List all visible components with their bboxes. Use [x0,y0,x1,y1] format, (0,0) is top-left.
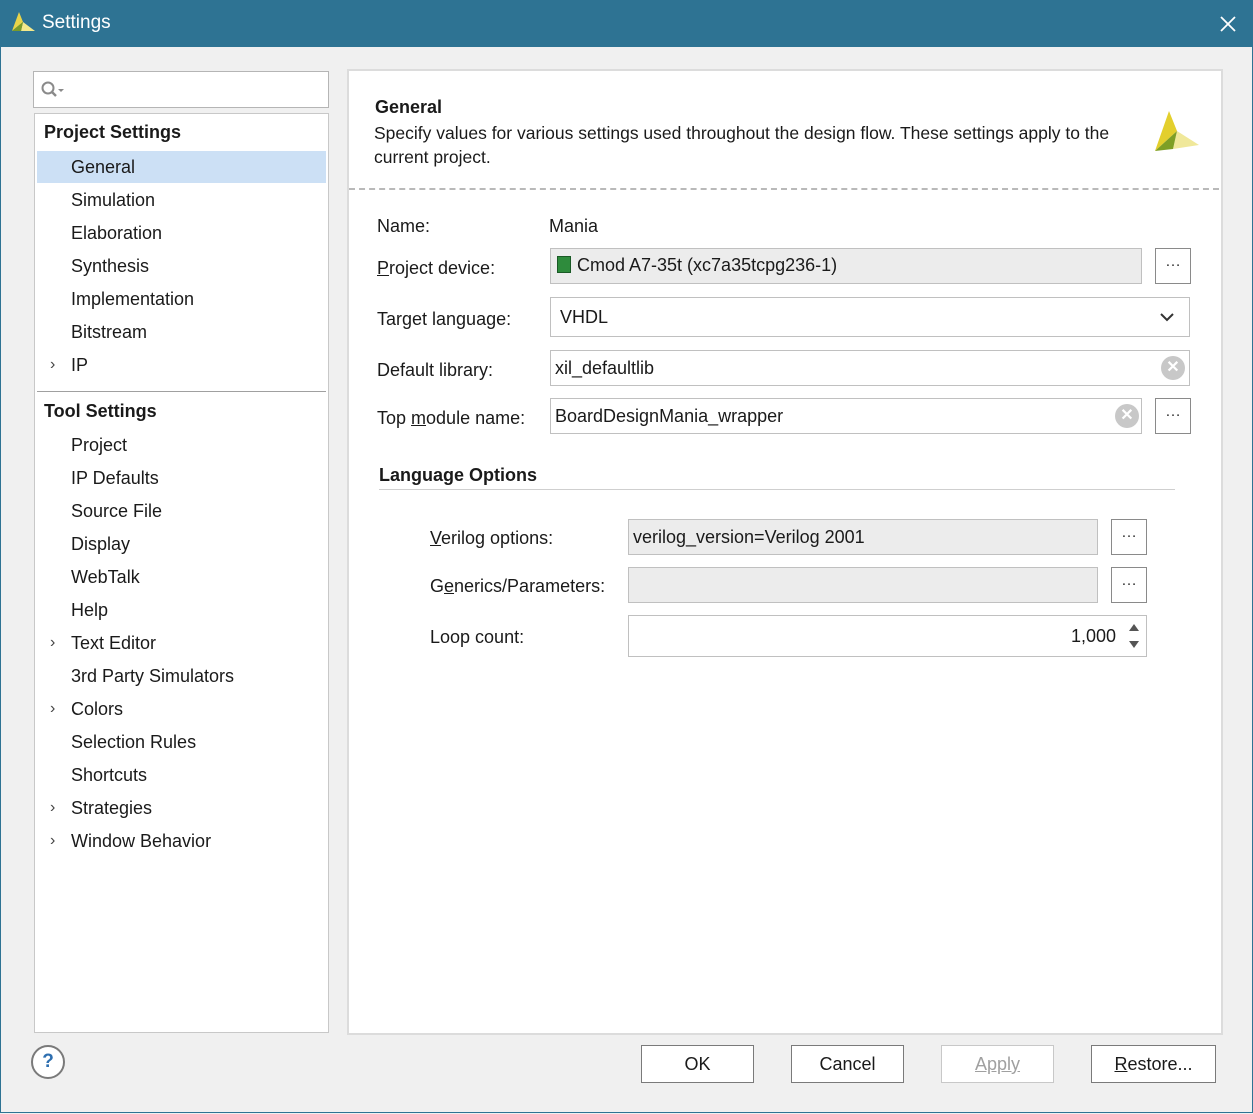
tree-item-label: Help [71,600,109,620]
settings-panel: General Specify values for various setti… [347,69,1223,1035]
project-device-field: Cmod A7-35t (xc7a35tcpg236-1) [550,248,1142,284]
project-device-browse-button[interactable]: … [1155,248,1191,284]
language-options-heading: Language Options [379,465,538,485]
chevron-right-icon[interactable]: › [50,792,55,824]
tree-item-implementation[interactable]: Implementation [37,283,326,315]
tree-item-label: Shortcuts [71,765,148,785]
tree-item-elaboration[interactable]: Elaboration [37,217,326,249]
chevron-right-icon[interactable]: › [50,349,55,381]
tree-item-bitstream[interactable]: Bitstream [37,316,326,348]
tree-item-label: IP Defaults [71,468,159,488]
verilog-options-field: verilog_version=Verilog 2001 [628,519,1098,555]
tree-item-label: Window Behavior [71,831,212,851]
chevron-down-icon [1160,313,1174,322]
tree-item-general[interactable]: General [37,151,326,183]
target-language-select[interactable]: VHDL [550,297,1190,337]
settings-tree: Project Settings General Simulation Elab… [34,113,329,1033]
tree-item-label: General [71,157,136,177]
project-device-value: Cmod A7-35t (xc7a35tcpg236-1) [577,255,838,275]
loop-count-label: Loop count: [430,627,525,647]
tree-item-label: Text Editor [71,633,157,653]
verilog-options-label: Verilog options: [430,528,554,548]
tree-item-webtalk[interactable]: WebTalk [37,561,326,593]
search-icon [41,81,64,97]
tree-item-label: Source File [71,501,163,521]
verilog-options-value: verilog_version=Verilog 2001 [633,527,865,547]
tree-item-label: Selection Rules [71,732,197,752]
target-language-value: VHDL [560,307,609,327]
tree-item-label: WebTalk [71,567,140,587]
panel-title: General [375,97,443,117]
verilog-options-browse-button[interactable]: … [1111,519,1147,555]
header-divider [349,188,1219,190]
default-library-value: xil_defaultlib [555,358,655,378]
chevron-right-icon[interactable]: › [50,627,55,659]
vivado-logo-icon [1155,111,1199,151]
tree-item-strategies[interactable]: › Strategies [37,792,326,824]
vivado-logo-icon [12,12,35,31]
tree-item-source-file[interactable]: Source File [37,495,326,527]
help-button[interactable]: ? [31,1045,65,1079]
tree-item-colors[interactable]: › Colors [37,693,326,725]
tree-item-label: Implementation [71,289,195,309]
clear-icon[interactable]: ✕ [1115,404,1139,428]
tree-item-display[interactable]: Display [37,528,326,560]
tree-item-simulation[interactable]: Simulation [37,184,326,216]
tree-item-label: 3rd Party Simulators [71,666,235,686]
loop-count-spinner[interactable]: 1,000 [628,615,1147,657]
tree-item-project[interactable]: Project [37,429,326,461]
target-language-label: Target language: [377,309,512,329]
language-options-divider [379,489,1175,490]
panel-description: Specify values for various settings used… [374,123,1110,167]
default-library-input[interactable]: xil_defaultlib ✕ [550,350,1190,386]
close-icon [1220,16,1236,32]
title-bar: Settings [0,0,1253,47]
loop-count-value: 1,000 [1070,626,1116,646]
tree-divider [37,391,326,392]
top-module-label: Top module name: [377,408,526,428]
tree-item-help[interactable]: Help [37,594,326,626]
tree-heading-project-settings: Project Settings [44,122,182,142]
tree-item-selection-rules[interactable]: Selection Rules [37,726,326,758]
clear-icon[interactable]: ✕ [1161,356,1185,380]
tree-item-text-editor[interactable]: › Text Editor [37,627,326,659]
search-input[interactable] [33,71,329,108]
top-module-value: BoardDesignMania_wrapper [555,406,784,426]
tree-item-label: Elaboration [71,223,163,243]
tree-item-synthesis[interactable]: Synthesis [37,250,326,282]
chevron-right-icon[interactable]: › [50,693,55,725]
chip-icon [557,256,571,273]
project-device-label: Project device: [377,258,496,278]
tree-item-ip-defaults[interactable]: IP Defaults [37,462,326,494]
top-module-browse-button[interactable]: … [1155,398,1191,434]
name-value: Mania [549,216,599,236]
tree-item-label: Strategies [71,798,153,818]
tree-item-label: Display [71,534,131,554]
tree-item-label: Synthesis [71,256,150,276]
tree-item-ip[interactable]: › IP [37,349,326,381]
generics-parameters-label: Generics/Parameters: [430,576,606,596]
tree-item-label: Simulation [71,190,156,210]
ok-button[interactable]: OK [641,1045,754,1083]
spinner-arrows-icon[interactable] [1128,622,1140,650]
default-library-label: Default library: [377,360,494,380]
restore-button[interactable]: Restore... [1091,1045,1216,1083]
tree-item-label: IP [71,355,89,375]
tree-heading-tool-settings: Tool Settings [44,401,157,421]
name-label: Name: [377,216,431,236]
generics-parameters-field [628,567,1098,603]
close-button[interactable] [1214,10,1242,38]
tree-item-label: Bitstream [71,322,148,342]
tree-item-window-behavior[interactable]: › Window Behavior [37,825,326,857]
apply-button[interactable]: Apply [941,1045,1054,1083]
tree-item-label: Project [71,435,128,455]
tree-item-3rd-party-simulators[interactable]: 3rd Party Simulators [37,660,326,692]
chevron-right-icon[interactable]: › [50,825,55,857]
tree-item-label: Colors [71,699,124,719]
top-module-input[interactable]: BoardDesignMania_wrapper ✕ [550,398,1142,434]
generics-parameters-browse-button[interactable]: … [1111,567,1147,603]
window-title: Settings [42,12,111,33]
cancel-button[interactable]: Cancel [791,1045,904,1083]
tree-item-shortcuts[interactable]: Shortcuts [37,759,326,791]
